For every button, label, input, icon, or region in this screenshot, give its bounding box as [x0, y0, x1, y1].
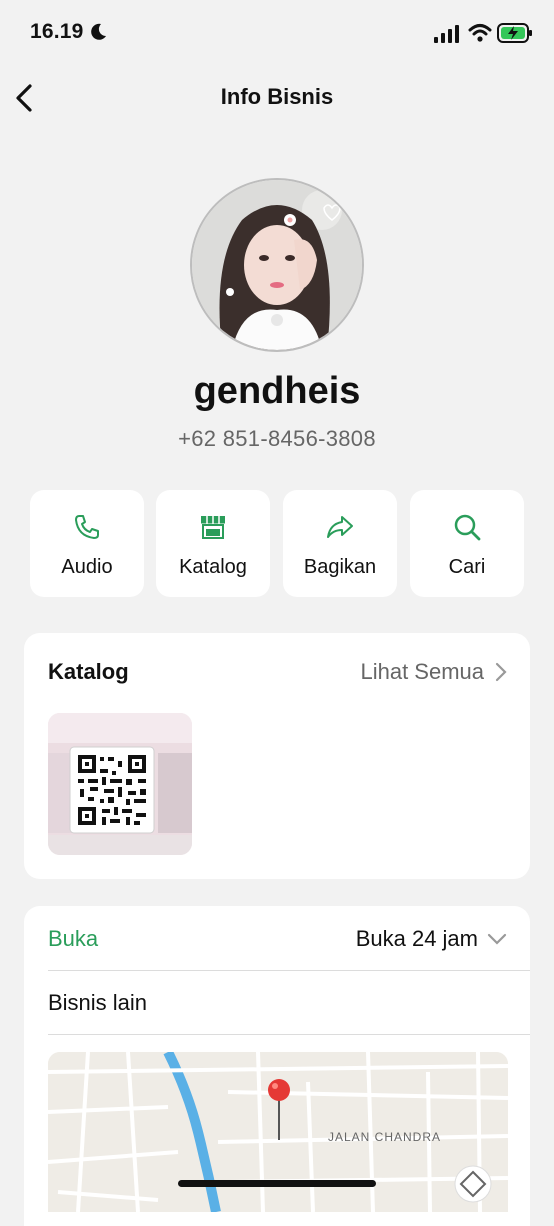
map-street-label: JALAN CHANDRA [328, 1130, 441, 1144]
chevron-right-icon[interactable] [494, 661, 508, 683]
catalog-card: Katalog Lihat Semua [24, 633, 530, 879]
catalog-title: Katalog [48, 659, 129, 684]
status-bar: 16.19 [0, 0, 554, 64]
other-business-label: Bisnis lain [48, 990, 148, 1015]
divider [48, 970, 530, 971]
business-info-card: Buka Buka 24 jam Bisnis lain JALAN CHAND… [24, 906, 530, 1226]
page-title: Info Bisnis [220, 84, 334, 109]
share-label: Bagikan [303, 556, 377, 578]
see-all-link[interactable]: Lihat Semua [360, 659, 484, 685]
signal-icon [434, 25, 459, 43]
catalog-label: Katalog [179, 556, 247, 578]
wifi-icon [468, 24, 492, 42]
search-icon [454, 514, 481, 541]
search-label: Cari [448, 556, 486, 578]
phone-number: +62 851-8456-3808 [178, 426, 376, 451]
battery-charging-icon [497, 23, 532, 43]
business-hours[interactable]: Buka 24 jam [356, 926, 478, 952]
divider [48, 1034, 530, 1035]
audio-button[interactable]: Audio [30, 490, 144, 597]
qr-code-image [48, 713, 192, 855]
avatar-photo [192, 180, 362, 350]
chevron-down-icon[interactable] [486, 932, 508, 946]
share-icon [327, 516, 353, 538]
search-button[interactable]: Cari [410, 490, 524, 597]
catalog-button[interactable]: Katalog [156, 490, 270, 597]
share-button[interactable]: Bagikan [283, 490, 397, 597]
audio-label: Audio [61, 556, 113, 578]
home-indicator [178, 1180, 376, 1187]
business-name: gendheis [193, 370, 361, 412]
phone-icon [75, 515, 99, 539]
profile-avatar[interactable] [190, 178, 364, 352]
moon-icon [91, 23, 106, 40]
location-pin-icon [268, 1079, 290, 1101]
location-map[interactable]: JALAN CHANDRA [48, 1052, 508, 1212]
open-status: Buka [48, 926, 99, 951]
store-icon [201, 516, 225, 539]
navigation-bar: Info Bisnis [0, 70, 554, 126]
action-buttons: Audio Katalog Bagikan Cari [30, 490, 524, 597]
catalog-item-thumbnail[interactable] [48, 713, 192, 855]
status-time: 16.19 [30, 20, 84, 43]
